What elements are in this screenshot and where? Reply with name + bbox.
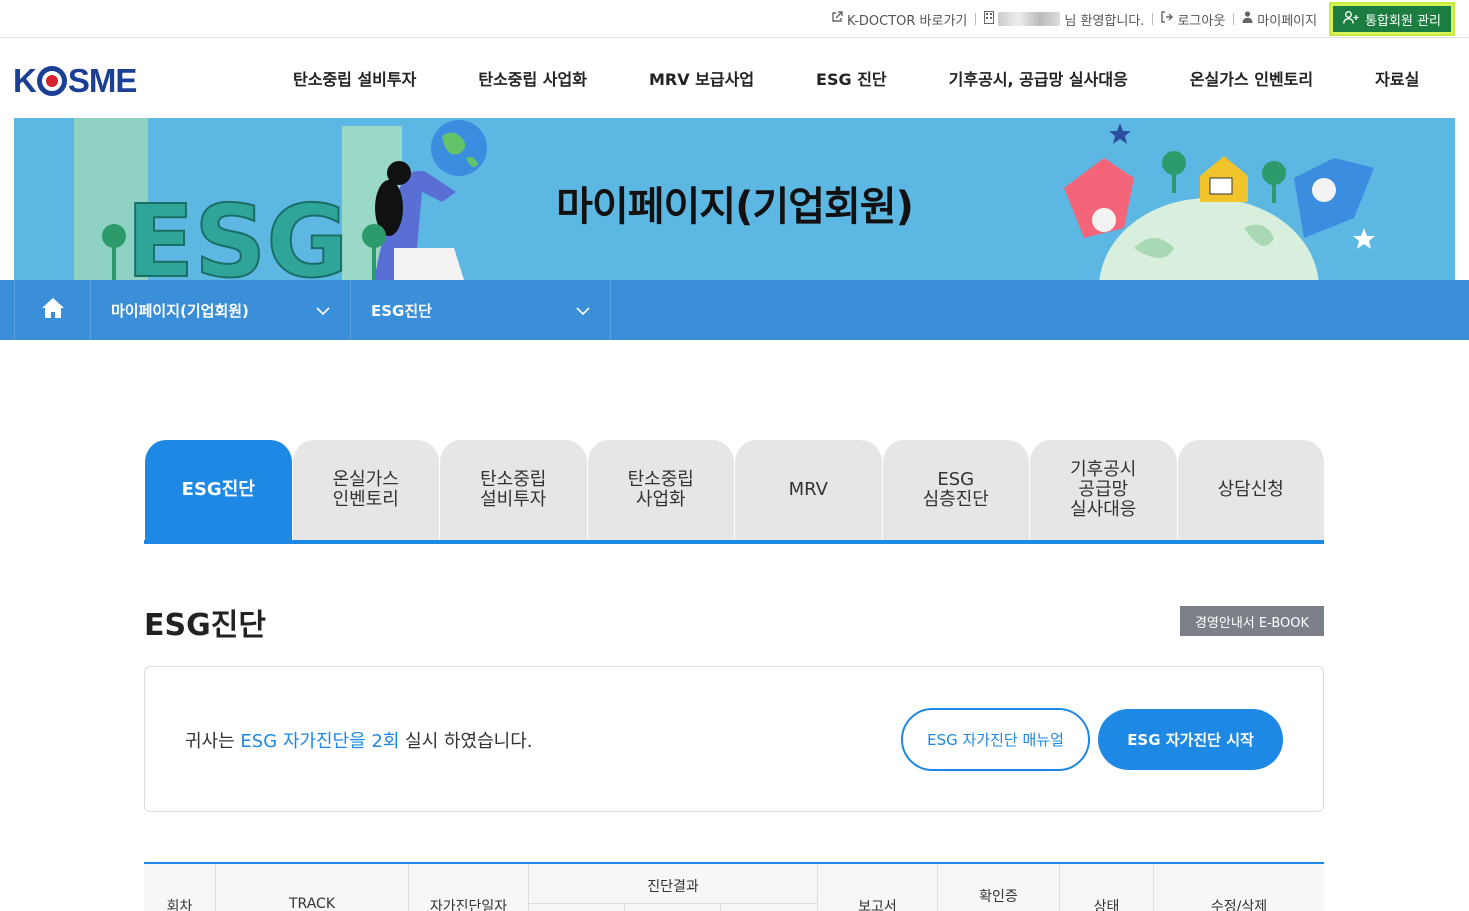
nav-item-esg[interactable]: ESG 진단 — [785, 66, 918, 90]
user-plus-icon — [1343, 10, 1359, 28]
mypage-tabs: ESG진단 온실가스 인벤토리 탄소중립 설비투자 탄소중립 사업화 MRV E… — [144, 440, 1324, 544]
table-header-edit-delete: 수정/삭제 — [1210, 899, 1268, 911]
utility-links: K-DOCTOR 바로가기 님 환영합니다. 로그아웃 마이페이지 통합회원 관… — [823, 2, 1455, 36]
external-link-icon — [831, 11, 843, 27]
table-header-certificate: 확인증 — [938, 864, 1060, 911]
diagnosis-count-message: 귀사는 ESG 자가진단을 2회 실시 하였습니다. — [185, 727, 533, 753]
diagnosis-table: 회차 TRACK 자가진단일자 진단결과 보고서 확인증 상태 수정/삭제 — [144, 862, 1324, 911]
section-title: ESG진단 — [144, 608, 266, 643]
breadcrumb: 마이페이지(기업회원) ESG진단 — [0, 280, 1469, 340]
home-button[interactable] — [14, 280, 91, 340]
manual-button[interactable]: ESG 자가진단 매뉴얼 — [901, 708, 1090, 771]
message-highlight: ESG 자가진단을 2회 — [240, 731, 400, 752]
table-subheader — [721, 904, 818, 911]
message-prefix: 귀사는 — [185, 731, 241, 752]
tab-consultation[interactable]: 상담신청 — [1176, 440, 1324, 540]
table-header-track: TRACK — [216, 864, 409, 911]
tab-carbon-business[interactable]: 탄소중립 사업화 — [586, 440, 734, 540]
earth-illustration-right — [1064, 123, 1375, 280]
breadcrumb-level2-select[interactable]: ESG진단 — [351, 280, 611, 340]
logout-link[interactable]: 로그아웃 — [1153, 10, 1233, 29]
nav-item-resources[interactable]: 자료실 — [1344, 66, 1450, 90]
message-suffix: 실시 하였습니다. — [399, 731, 533, 752]
table-subheader — [529, 904, 625, 911]
table-header-round: 회차 — [144, 864, 216, 911]
tab-ghg-inventory[interactable]: 온실가스 인벤토리 — [291, 440, 439, 540]
table-header-report: 보고서 — [818, 864, 938, 911]
breadcrumb-level1-label: 마이페이지(기업회원) — [111, 301, 249, 320]
username-redacted — [998, 12, 1061, 26]
logout-label: 로그아웃 — [1177, 13, 1226, 29]
member-manage-label: 통합회원 관리 — [1365, 13, 1441, 29]
table-header-result: 진단결과 — [529, 864, 818, 904]
logo-text-k: K — [13, 62, 37, 99]
table-header-status: 상태 — [1060, 864, 1154, 911]
start-diagnosis-button[interactable]: ESG 자가진단 시작 — [1098, 709, 1283, 770]
tab-climate-disclosure[interactable]: 기후공시 공급망 실사대응 — [1029, 440, 1177, 540]
tab-esg[interactable]: ESG진단 — [144, 440, 292, 540]
tab-carbon-investment[interactable]: 탄소중립 설비투자 — [439, 440, 587, 540]
logo-o-mark — [36, 66, 67, 96]
nav-item-mrv[interactable]: MRV 보급사업 — [618, 66, 785, 90]
building-icon — [984, 10, 995, 28]
mypage-label: 마이페이지 — [1257, 13, 1318, 29]
welcome-message: 님 환영합니다. — [976, 10, 1152, 29]
nav-item-climate-disclosure[interactable]: 기후공시, 공급망 실사대응 — [918, 66, 1159, 90]
home-icon — [41, 297, 65, 323]
self-diagnosis-info-box: 귀사는 ESG 자가진단을 2회 실시 하였습니다. ESG 자가진단 매뉴얼 … — [144, 666, 1324, 812]
mypage-link[interactable]: 마이페이지 — [1234, 10, 1325, 29]
logo-text-rest: SME — [67, 62, 138, 99]
main-nav: 탄소중립 설비투자 탄소중립 사업화 MRV 보급사업 ESG 진단 기후공시,… — [262, 38, 1450, 118]
welcome-label: 님 환영합니다. — [1064, 13, 1145, 29]
tab-esg-deep[interactable]: ESG 심층진단 — [881, 440, 1029, 540]
nav-item-ghg-inventory[interactable]: 온실가스 인벤토리 — [1159, 66, 1344, 90]
nav-item-carbon-business[interactable]: 탄소중립 사업화 — [447, 66, 618, 90]
table-subheader — [625, 904, 721, 911]
top-utility-bar: K-DOCTOR 바로가기 님 환영합니다. 로그아웃 마이페이지 통합회원 관… — [0, 0, 1469, 38]
user-icon — [1242, 11, 1253, 27]
nav-item-carbon-investment[interactable]: 탄소중립 설비투자 — [262, 66, 447, 90]
table-header-date: 자가진단일자 — [409, 864, 529, 911]
logout-icon — [1161, 11, 1174, 27]
page-banner: ESG 마이페이지(기업회원) — [14, 118, 1455, 280]
chevron-down-icon — [576, 301, 590, 319]
kdoctor-label: K-DOCTOR 바로가기 — [847, 13, 968, 29]
member-manage-button[interactable]: 통합회원 관리 — [1329, 2, 1455, 36]
ebook-button[interactable]: 경영안내서 E-BOOK — [1180, 606, 1324, 636]
breadcrumb-level1-select[interactable]: 마이페이지(기업회원) — [91, 280, 351, 340]
site-header: K SME 탄소중립 설비투자 탄소중립 사업화 MRV 보급사업 ESG 진단… — [0, 38, 1469, 118]
chevron-down-icon — [316, 301, 330, 319]
tab-mrv[interactable]: MRV — [734, 440, 882, 540]
kdoctor-link[interactable]: K-DOCTOR 바로가기 — [823, 10, 975, 29]
breadcrumb-level2-label: ESG진단 — [371, 301, 432, 320]
kosme-logo[interactable]: K SME — [13, 62, 138, 100]
